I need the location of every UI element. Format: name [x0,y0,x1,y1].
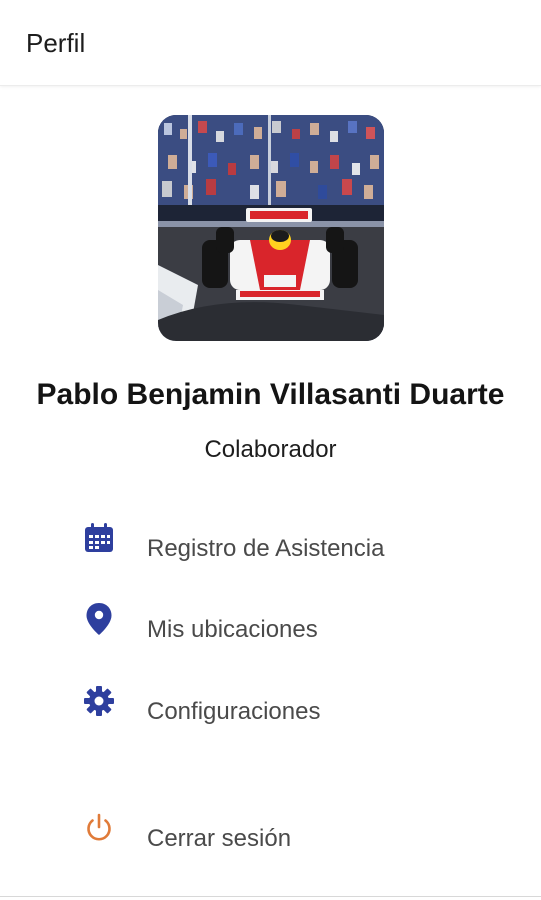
menu-item-my-locations[interactable]: Mis ubicaciones [80,600,480,656]
power-icon [80,809,118,847]
menu-item-attendance-record[interactable]: Registro de Asistencia [80,519,480,575]
gear-icon [80,682,118,720]
divider [0,896,541,897]
calendar-icon [80,519,118,557]
menu-item-label: Registro de Asistencia [147,535,385,562]
avatar-image [158,115,384,341]
avatar[interactable] [158,115,384,341]
menu-item-label: Mis ubicaciones [147,616,318,643]
location-pin-icon [80,600,118,638]
menu-item-label: Cerrar sesión [147,825,292,852]
menu-item-label: Configuraciones [147,698,321,725]
menu-item-settings[interactable]: Configuraciones [80,682,480,738]
user-name: Pablo Benjamin Villasanti Duarte [36,378,505,411]
user-role: Colaborador [204,436,337,463]
logout-button[interactable]: Cerrar sesión [80,809,480,865]
page-title: Perfil [26,28,86,58]
app-bar: Perfil [0,0,541,86]
